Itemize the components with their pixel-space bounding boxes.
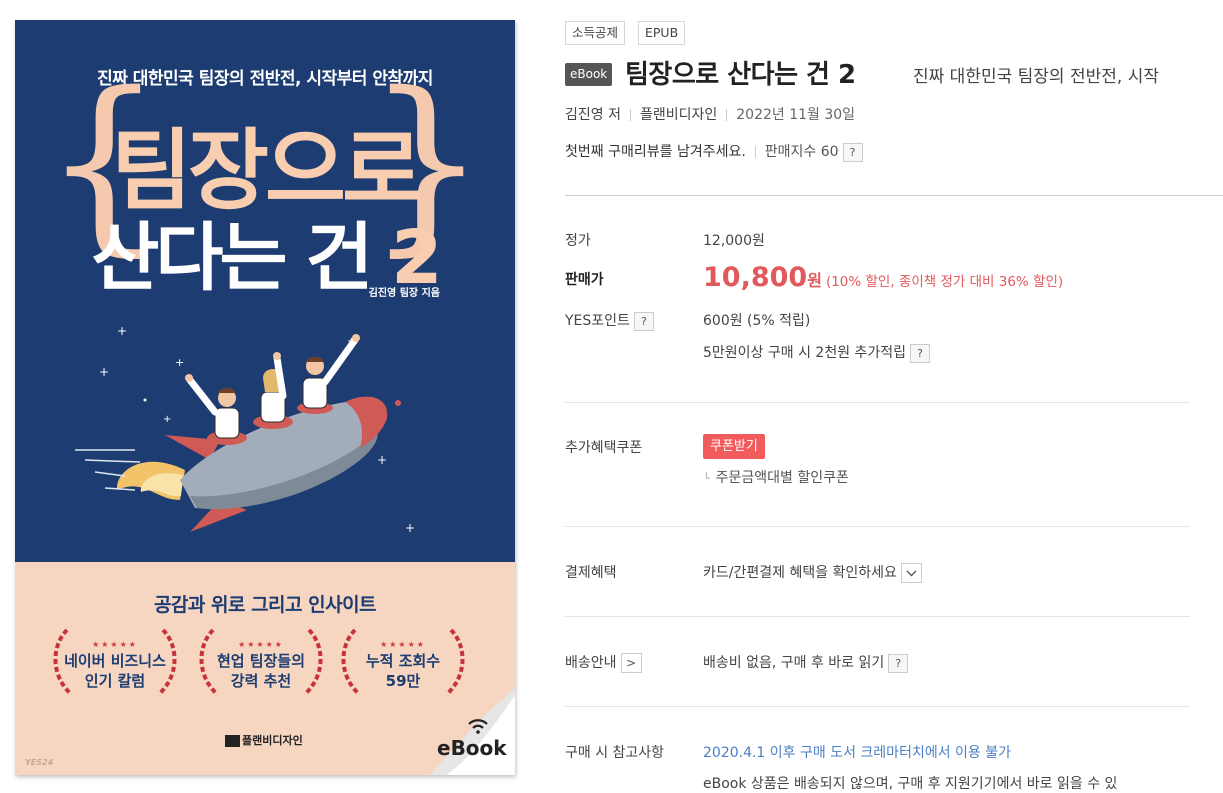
sale-price-value: 10,800 (703, 262, 808, 293)
delivery-help-icon[interactable]: ? (888, 653, 909, 673)
review-row: 첫번째 구매리뷰를 남겨주세요. 판매지수 60? (565, 141, 863, 162)
chevron-down-icon (906, 570, 917, 577)
svg-text:+: + (117, 324, 127, 338)
divider (726, 109, 728, 121)
svg-text:+: + (163, 414, 171, 425)
tag-format: EPUB (638, 21, 686, 45)
get-coupon-button[interactable]: 쿠폰받기 (703, 434, 765, 459)
meta-row: 김진영 저 플랜비디자인 2022년 11월 30일 (565, 104, 855, 124)
coupon-label: 추가혜택쿠폰 (565, 440, 643, 456)
divider (629, 109, 631, 121)
cover-badge: ★★★★★ 현업 팀장들의 강력 추천 (191, 622, 331, 702)
rocket-illustration: + + + + + + + (75, 324, 415, 535)
laurel-icon (53, 628, 177, 696)
notes-text: eBook 상품은 배송되지 않으며, 구매 후 지원기기에서 바로 읽을 수 … (703, 776, 1118, 792)
cover-tagline: 공감과 위로 그리고 인사이트 (153, 594, 377, 616)
type-badge: eBook (565, 63, 613, 86)
cover-title-line2: 산다는 건 2 (15, 198, 515, 305)
laurel-icon (199, 628, 323, 696)
svg-text:+: + (99, 365, 109, 379)
cover-title-text: 산다는 건 (91, 215, 373, 301)
sale-price-unit: 원 (807, 271, 822, 290)
divider (565, 526, 1190, 527)
list-price-label: 정가 (565, 233, 591, 249)
divider (565, 195, 1223, 196)
tag-tax-deduction: 소득공제 (565, 21, 626, 45)
svg-text:+: + (405, 521, 415, 535)
delivery-label-text: 배송안내 (565, 655, 617, 671)
divider (754, 146, 756, 158)
publisher-logo-icon (225, 735, 240, 747)
payment-value-text: 카드/간편결제 혜택을 확인하세요 (703, 565, 897, 581)
divider (565, 402, 1190, 403)
point-extra-help-icon[interactable]: ? (910, 343, 931, 363)
publisher-link[interactable]: 플랜비디자인 (640, 107, 717, 123)
payment-value: 카드/간편결제 혜택을 확인하세요 (703, 562, 922, 583)
notes-link[interactable]: 2020.4.1 이후 구매 도서 크레마터치에서 이용 불가 (703, 742, 1011, 762)
corner-icon: └ (703, 472, 710, 485)
page-curl-decoration (429, 688, 515, 775)
yes-point-help-icon[interactable]: ? (633, 311, 654, 331)
divider (565, 706, 1190, 707)
watermark: YES24 (25, 758, 54, 767)
review-prompt-link[interactable]: 첫번째 구매리뷰를 남겨주세요. (565, 144, 746, 160)
sales-index-help-icon[interactable]: ? (842, 142, 863, 162)
book-subtitle: 진짜 대한민국 팀장의 전반전, 시작 (913, 67, 1159, 87)
ebook-label: eBook (437, 736, 507, 760)
yes-point-label-text: YES포인트 (565, 313, 630, 329)
cover-publisher: 플랜비디자인 (225, 732, 303, 748)
discount-text: (10% 할인, 종이책 정가 대비 36% 할인) (825, 274, 1064, 290)
divider (565, 616, 1190, 617)
publisher-name: 플랜비디자인 (242, 734, 303, 747)
yes-point-value: 600원 (5% 적립) (703, 313, 811, 329)
delivery-info-button[interactable]: > (620, 653, 642, 673)
svg-text:+: + (377, 453, 387, 467)
book-title: 팀장으로 산다는 건 2 (625, 60, 856, 90)
delivery-label: 배송안내 > (565, 652, 642, 673)
sales-index: 판매지수 60 (764, 144, 839, 160)
product-info-panel: 소득공제 EPUB eBook 팀장으로 산다는 건 2 진짜 대한민국 팀장의… (565, 0, 1223, 793)
yes-point-extra-text: 5만원이상 구매 시 2천원 추가적립 (703, 345, 907, 361)
cover-badge: ★★★★★ 네이버 비즈니스 인기 칼럼 (45, 622, 185, 702)
cover-author: 김진영 팀장 지음 (368, 288, 440, 299)
sale-price-label: 판매가 (565, 272, 604, 288)
sale-price-row: 10,800원 (10% 할인, 종이책 정가 대비 36% 할인) (703, 262, 1063, 293)
svg-text:+: + (175, 356, 184, 369)
yes-point-extra: 5만원이상 구매 시 2천원 추가적립? (703, 342, 931, 363)
publish-date: 2022년 11월 30일 (736, 107, 856, 123)
coupon-sub: └ 주문금액대별 할인쿠폰 (703, 467, 849, 487)
delivery-value-text: 배송비 없음, 구매 후 바로 읽기 (703, 655, 885, 671)
notes-label: 구매 시 참고사항 (565, 745, 665, 761)
book-cover-image[interactable]: 진짜 대한민국 팀장의 전반전, 시작부터 안착까지 { } 팀장으로 산다는 … (15, 20, 515, 775)
list-price-value: 12,000원 (703, 233, 765, 249)
wifi-icon (468, 719, 488, 734)
author-link[interactable]: 김진영 저 (565, 107, 621, 123)
delivery-value: 배송비 없음, 구매 후 바로 읽기? (703, 652, 909, 673)
yes-point-label: YES포인트? (565, 310, 654, 331)
coupon-sub-text: 주문금액대별 할인쿠폰 (715, 470, 849, 486)
payment-dropdown-button[interactable] (900, 563, 922, 583)
payment-label: 결제혜택 (565, 565, 617, 581)
